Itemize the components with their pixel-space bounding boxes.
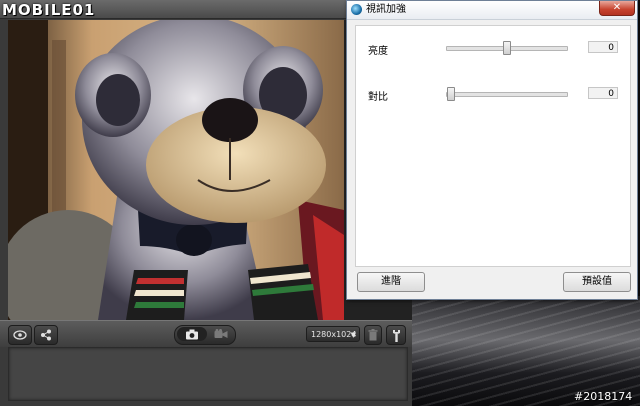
teddy-bear-image — [8, 20, 344, 320]
share-button[interactable] — [34, 325, 58, 345]
contrast-slider[interactable] — [446, 87, 568, 101]
contrast-slider-thumb[interactable] — [447, 87, 455, 101]
settings-button[interactable] — [386, 325, 406, 345]
camera-icon — [186, 329, 198, 339]
dialog-title: 視訊加強 — [366, 4, 406, 15]
contrast-value[interactable]: 0 — [588, 87, 618, 99]
contrast-label: 對比 — [368, 92, 388, 103]
photo-mode-button[interactable] — [177, 327, 207, 341]
video-preview — [8, 20, 344, 320]
watermark-text: #2018174 — [574, 390, 633, 403]
wrench-icon — [392, 329, 400, 342]
brightness-slider-thumb[interactable] — [503, 41, 511, 55]
thumbnail-strip[interactable] — [8, 347, 408, 401]
dialog-titlebar: 視訊加強 ✕ — [347, 1, 637, 20]
brightness-value[interactable]: 0 — [588, 41, 618, 53]
resolution-select[interactable]: 1280x1024 ▼ — [306, 326, 360, 342]
camera-toolbar: 1280x1024 ▼ — [0, 320, 412, 347]
view-toggle-button[interactable] — [8, 325, 32, 345]
dialog-body: 亮度 0 對比 0 — [355, 25, 631, 267]
advanced-button[interactable]: 進階 — [357, 272, 425, 292]
video-enhancement-dialog: 視訊加強 ✕ 亮度 0 對比 0 進階 預設值 — [346, 0, 638, 300]
mobile01-logo: MOBILE01 — [2, 1, 96, 19]
close-button[interactable]: ✕ — [599, 1, 635, 16]
delete-button[interactable] — [364, 325, 382, 345]
brightness-slider[interactable] — [446, 41, 568, 55]
capture-mode-toggle — [174, 325, 236, 345]
app-globe-icon — [351, 4, 362, 15]
chevron-down-icon: ▼ — [350, 331, 356, 339]
video-mode-button[interactable] — [209, 327, 233, 341]
eye-icon — [13, 330, 27, 340]
video-camera-icon — [214, 329, 228, 338]
share-icon — [41, 329, 51, 341]
brightness-label: 亮度 — [368, 46, 388, 57]
default-button[interactable]: 預設值 — [563, 272, 631, 292]
trash-icon — [368, 329, 378, 341]
